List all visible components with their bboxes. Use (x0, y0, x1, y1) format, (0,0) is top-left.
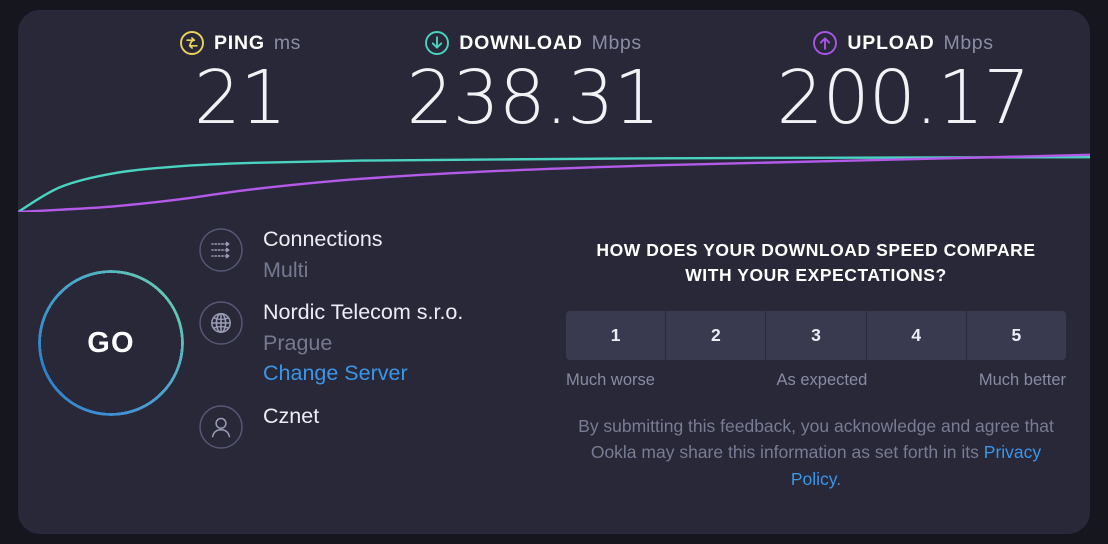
rating-button-1[interactable]: 1 (566, 310, 667, 360)
globe-icon (199, 301, 243, 345)
rating-legend-high: Much better (978, 370, 1066, 389)
go-button[interactable]: GO (38, 270, 184, 416)
rating-button-5[interactable]: 5 (966, 310, 1066, 360)
rating-legend-mid: As expected (776, 370, 868, 389)
metrics-row: PING ms 21 DOWNLOAD Mbps 238.31 UPLOAD M… (18, 10, 1090, 150)
details-section: GO Connections Multi Nordic Telecom s.r.… (18, 210, 1090, 534)
server-texts: Nordic Telecom s.r.o. Prague Change Serv… (263, 297, 463, 389)
server-name: Nordic Telecom s.r.o. (263, 300, 464, 325)
info-row-account[interactable]: Cznet (198, 401, 538, 450)
metric-ping-label: PING (213, 31, 265, 54)
person-icon (199, 405, 243, 449)
info-row-connections[interactable]: Connections Multi (198, 224, 538, 285)
disclaimer-text: By submitting this feedback, you acknowl… (578, 415, 1054, 463)
upload-line-series (18, 153, 1090, 212)
metric-download-header: DOWNLOAD Mbps (388, 28, 678, 58)
connections-icon (199, 228, 243, 272)
sparkline-svg (18, 153, 1090, 212)
metric-upload-value: 200.17 (776, 55, 1031, 141)
connections-label: Connections (263, 227, 383, 251)
connections-texts: Connections Multi (263, 224, 383, 285)
account-name: Cznet (263, 403, 320, 428)
rating-legend: Much worse As expected Much better (566, 371, 1066, 390)
feedback-disclaimer: By submitting this feedback, you acknowl… (566, 413, 1066, 493)
metric-ping-value: 21 (193, 55, 287, 141)
person-icon-wrap (198, 404, 244, 450)
metric-upload: UPLOAD Mbps 200.17 (758, 28, 1048, 135)
metric-ping: PING ms 21 (130, 28, 350, 135)
rating-legend-low: Much worse (566, 370, 655, 389)
globe-icon-wrap (198, 300, 244, 346)
disclaimer-suffix: . (836, 468, 842, 489)
rating-button-4[interactable]: 4 (866, 310, 967, 360)
metric-ping-unit: ms (273, 31, 302, 54)
upload-arrow-icon (813, 31, 838, 55)
connection-info-list: Connections Multi Nordic Telecom s.r.o. … (198, 224, 538, 456)
rating-scale[interactable]: 1 2 3 4 5 (566, 310, 1066, 360)
metric-ping-header: PING ms (130, 28, 350, 58)
go-button-label: GO (87, 326, 135, 359)
connections-icon-wrap (198, 227, 244, 273)
feedback-panel: HOW DOES YOUR DOWNLOAD SPEED COMPARE WIT… (566, 238, 1066, 492)
metric-download: DOWNLOAD Mbps 238.31 (388, 28, 678, 135)
info-row-server[interactable]: Nordic Telecom s.r.o. Prague Change Serv… (198, 297, 538, 389)
metric-upload-header: UPLOAD Mbps (758, 28, 1048, 58)
change-server-link[interactable]: Change Server (263, 358, 408, 389)
server-location: Prague (263, 330, 333, 355)
metric-download-label: DOWNLOAD (459, 31, 583, 54)
download-arrow-icon (425, 31, 450, 55)
feedback-question: HOW DOES YOUR DOWNLOAD SPEED COMPARE WIT… (596, 240, 1036, 285)
metric-upload-unit: Mbps (943, 31, 994, 54)
metric-upload-label: UPLOAD (847, 31, 935, 54)
metric-download-value: 238.31 (406, 55, 661, 141)
metric-download-unit: Mbps (591, 31, 642, 54)
speed-sparkline-chart (18, 148, 1090, 212)
ping-icon (180, 31, 204, 55)
connections-value: Multi (263, 257, 309, 282)
rating-button-3[interactable]: 3 (766, 310, 867, 360)
download-line-series (18, 155, 1090, 212)
account-texts: Cznet (263, 401, 319, 432)
rating-button-2[interactable]: 2 (666, 310, 767, 360)
speedtest-result-page: PING ms 21 DOWNLOAD Mbps 238.31 UPLOAD M… (0, 0, 1108, 544)
result-card: PING ms 21 DOWNLOAD Mbps 238.31 UPLOAD M… (18, 10, 1090, 534)
